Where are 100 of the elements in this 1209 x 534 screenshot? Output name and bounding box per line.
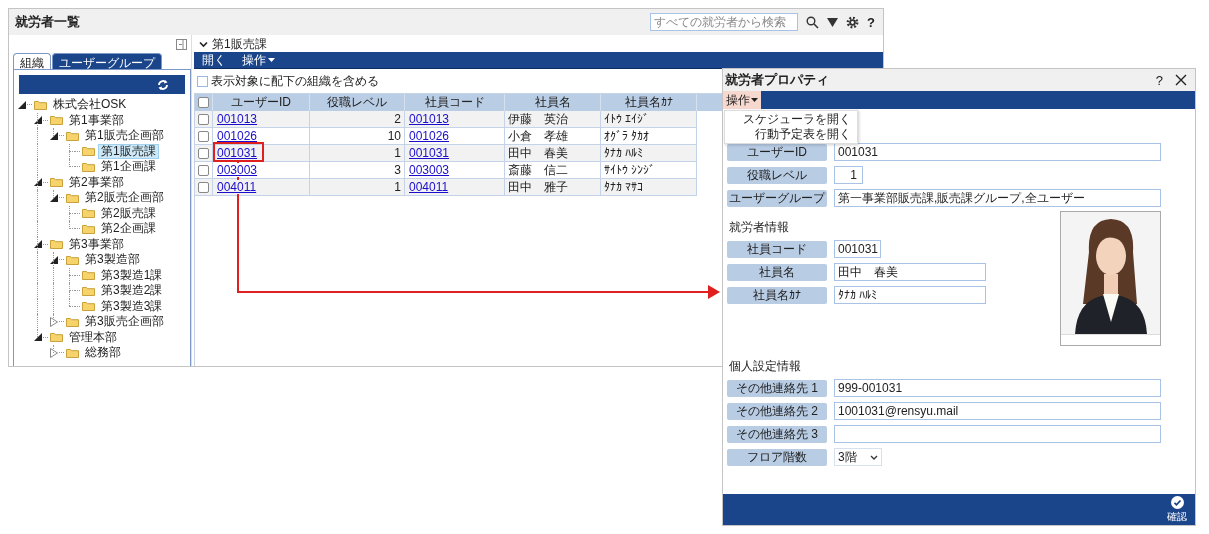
input-field[interactable]: 第一事業部販売課,販売課グループ,全ユーザー	[834, 189, 1161, 207]
toolbar-button[interactable]: 開く	[202, 51, 226, 69]
tree-item[interactable]: 総務部	[82, 345, 124, 361]
tree-item[interactable]: 第1販売企画部	[82, 128, 167, 144]
row-checkbox[interactable]	[198, 130, 209, 142]
input-field[interactable]	[834, 425, 1161, 443]
table-link[interactable]: 003003	[216, 163, 259, 177]
row-checkbox[interactable]	[198, 113, 209, 125]
expanded-toggle-icon[interactable]	[34, 333, 42, 342]
table-cell: ｵｸﾞﾗ ﾀｶｵ	[601, 128, 697, 144]
dialog-title: 就労者プロパティ	[725, 71, 830, 89]
expanded-toggle-icon[interactable]	[50, 255, 58, 264]
field-label: その他連絡先 1	[727, 379, 827, 397]
table-link[interactable]: 001031	[216, 146, 259, 160]
folder-icon	[82, 223, 95, 234]
expanded-toggle-icon[interactable]	[50, 131, 58, 140]
close-icon[interactable]	[1175, 74, 1187, 86]
list-title: 第1販売課	[212, 36, 267, 53]
folder-icon	[82, 208, 95, 219]
input-field[interactable]: 田中 春美	[834, 263, 986, 281]
tree-item[interactable]: 第2事業部	[66, 174, 127, 190]
select-all-checkbox[interactable]	[198, 97, 209, 108]
settings-icon[interactable]	[846, 15, 860, 29]
input-field[interactable]: 999-001031	[834, 379, 1161, 397]
checkbox[interactable]	[197, 75, 208, 87]
row-checkbox[interactable]	[198, 181, 209, 193]
tree-item[interactable]: 第1事業部	[66, 112, 127, 128]
table-link[interactable]: 001013	[216, 112, 259, 126]
input-field[interactable]: 001031	[834, 240, 881, 258]
expanded-toggle-icon[interactable]	[34, 116, 42, 125]
expanded-toggle-icon[interactable]	[18, 100, 26, 109]
checkbox-label: 表示対象に配下の組織を含める	[211, 72, 379, 90]
toolbar-button[interactable]: 操作	[242, 51, 275, 69]
field-label: ユーザーグループ	[727, 189, 827, 207]
table-link[interactable]: 003003	[408, 163, 451, 177]
table-link[interactable]: 001031	[408, 146, 451, 160]
chevron-down-icon	[870, 454, 878, 460]
tab[interactable]: ユーザーグループ	[52, 53, 162, 69]
table-link[interactable]: 001026	[408, 129, 451, 143]
tree-item[interactable]: 第1販売課	[98, 143, 159, 159]
tree-item[interactable]: 第2販売課	[98, 205, 159, 221]
table-cell: ﾀﾅｶ ﾊﾙﾐ	[601, 145, 697, 161]
row-checkbox[interactable]	[198, 147, 209, 159]
search-field[interactable]: すべての就労者から検索	[650, 13, 799, 31]
tab[interactable]: 組織	[13, 53, 51, 69]
table-link[interactable]: 001026	[216, 129, 259, 143]
folder-icon	[82, 301, 95, 312]
tree-item[interactable]: 第3製造3課	[98, 298, 166, 314]
field-label: 社員名ｶﾅ	[727, 286, 827, 304]
folder-icon	[82, 270, 95, 281]
search-icon[interactable]	[806, 15, 820, 29]
chevron-down-icon[interactable]	[199, 41, 208, 48]
folder-icon	[66, 130, 79, 141]
highlight-frame	[213, 142, 264, 162]
help-button[interactable]: ?	[1155, 72, 1163, 88]
tree-item[interactable]: 第3製造2課	[98, 283, 166, 299]
help-button[interactable]: ?	[867, 14, 875, 30]
tree-item[interactable]: 株式会社OSK	[50, 97, 130, 113]
folder-icon	[66, 254, 79, 265]
table-cell: 斎藤 信二	[505, 162, 601, 178]
table-link[interactable]: 004011	[408, 180, 450, 194]
row-checkbox[interactable]	[198, 164, 209, 176]
folder-icon	[34, 99, 47, 110]
table-cell: 伊藤 英治	[505, 111, 601, 127]
refresh-icon[interactable]	[157, 78, 169, 91]
field-label: 社員コード	[727, 240, 827, 258]
expanded-toggle-icon[interactable]	[50, 193, 58, 202]
caret-icon	[751, 98, 758, 102]
menu-item[interactable]: 行動予定表を開く	[755, 127, 851, 142]
input-field[interactable]: 1	[834, 166, 863, 184]
folder-icon	[50, 115, 63, 126]
tree-item[interactable]: 第3製造1課	[98, 267, 166, 283]
tree-item[interactable]: 第3販売企画部	[82, 314, 167, 330]
collapsed-toggle-icon[interactable]	[50, 347, 58, 358]
field-label: その他連絡先 3	[727, 425, 827, 443]
section-heading: 就労者情報	[728, 219, 790, 235]
filter-icon[interactable]	[827, 16, 839, 28]
folder-icon	[50, 332, 63, 343]
tree-item[interactable]: 管理本部	[66, 329, 120, 345]
menu-button[interactable]: 操作	[723, 91, 761, 109]
select-field[interactable]: 3階	[834, 448, 882, 466]
tree-item[interactable]: 第2販売企画部	[82, 190, 167, 206]
folder-icon	[82, 146, 95, 157]
collapsed-toggle-icon[interactable]	[50, 316, 58, 327]
table-link[interactable]: 001013	[408, 112, 451, 126]
tree-item[interactable]: 第3製造部	[82, 252, 143, 268]
tree-item[interactable]: 第1企画課	[98, 159, 159, 175]
tree-item[interactable]: 第3事業部	[66, 236, 127, 252]
expanded-toggle-icon[interactable]	[34, 178, 42, 187]
table-link[interactable]: 004011	[216, 180, 258, 194]
input-field[interactable]: ﾀﾅｶ ﾊﾙﾐ	[834, 286, 986, 304]
confirm-button[interactable]: 確認	[1167, 495, 1187, 524]
input-field[interactable]: 001031	[834, 143, 1161, 161]
folder-icon	[82, 285, 95, 296]
tree-item[interactable]: 第2企画課	[98, 221, 159, 237]
menu-item[interactable]: スケジューラを開く	[743, 112, 851, 127]
field-label: 社員名	[727, 263, 827, 281]
expanded-toggle-icon[interactable]	[34, 240, 42, 249]
input-field[interactable]: 1001031@rensyu.mail	[834, 402, 1161, 420]
collapse-panel-icon[interactable]	[176, 39, 187, 50]
